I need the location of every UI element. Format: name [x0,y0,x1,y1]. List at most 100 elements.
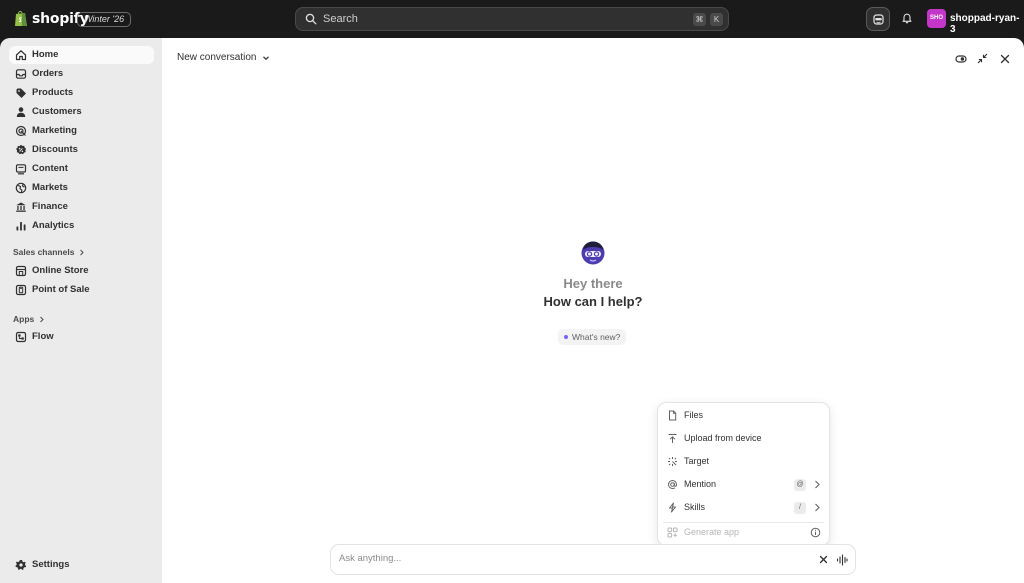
close-button[interactable] [998,52,1011,65]
ask-bar [330,544,856,575]
target-select-icon [668,457,677,466]
menu-item-label: Target [684,456,710,466]
toggle-view-button[interactable] [954,52,967,65]
bar-chart-icon [16,222,26,231]
sidebar-item-orders[interactable]: Orders [9,65,154,83]
sidebar-item-markets[interactable]: Markets [9,179,154,197]
sidebar-item-label: Products [32,87,74,98]
sidebar-item-online-store[interactable]: Online Store [9,262,154,280]
mention-shortcut-key: @ [794,479,806,491]
sidebar-item-analytics[interactable]: Analytics [9,217,154,235]
sidebar-item-label: Flow [32,331,54,342]
sidebar: Home Orders Products Customers Marketing… [0,38,162,583]
menu-item-mention[interactable]: Mention @ [658,475,829,495]
sidebar-item-marketing[interactable]: Marketing [9,122,154,140]
menu-item-label: Upload from device [684,433,762,443]
minimize-button[interactable] [976,52,989,65]
inbox-icon [15,69,27,79]
sidekick-avatar-icon [581,241,605,265]
person-icon [16,107,26,117]
sidebar-item-label: Analytics [32,220,75,231]
sidebar-item-customers[interactable]: Customers [9,103,154,121]
target-icon [15,125,27,137]
file-icon [669,410,677,421]
sidebar-item-label: Online Store [32,265,89,276]
chevron-right-icon [815,503,820,512]
sidebar-item-finance[interactable]: Finance [9,198,154,216]
section-label: Sales channels [13,247,75,257]
search-input[interactable] [323,13,683,25]
home-icon [15,50,27,61]
info-icon[interactable] [810,527,821,538]
gear-icon [15,559,27,570]
sales-channels-header[interactable]: Sales channels [13,247,85,257]
sidekick-icon [872,13,884,25]
sidebar-item-label: Home [32,49,59,60]
store-name[interactable]: shoppad-ryan-3 [950,13,1024,35]
sidebar-item-products[interactable]: Products [9,84,154,102]
apps-icon [667,527,678,538]
sidebar-item-point-of-sale[interactable]: Point of Sale [9,281,154,299]
ask-input[interactable] [339,553,799,564]
shopify-bag-icon [15,10,27,26]
chevron-right-icon [815,480,820,489]
chevron-down-icon [263,55,270,60]
menu-item-upload[interactable]: Upload from device [658,429,829,449]
discount-icon [16,144,27,155]
bank-icon [16,202,26,212]
sidebar-item-label: Finance [32,201,68,212]
eye-toggle-icon [954,54,967,63]
menu-item-files[interactable]: Files [658,406,829,426]
sidebar-item-label: Customers [32,106,82,117]
store-icon [15,265,27,277]
at-icon [667,479,678,490]
attachment-menu: Files Upload from device Target Mention … [657,402,830,546]
chevron-right-icon [40,316,44,322]
menu-item-label: Generate app [684,527,740,537]
shortcut-key-cmd: ⌘ [693,13,706,26]
tag-icon [16,88,26,98]
sidebar-item-discounts[interactable]: Discounts [9,141,154,159]
conversation-title: New conversation [177,52,257,63]
section-label: Apps [13,314,35,324]
notifications-button[interactable] [898,9,916,27]
sidekick-button[interactable] [866,7,890,31]
store-avatar[interactable]: SHO [927,9,946,28]
menu-item-target[interactable]: Target [658,452,829,472]
sidebar-item-settings[interactable]: Settings [9,556,154,574]
sidebar-item-label: Orders [32,68,64,79]
menu-item-generate-app[interactable]: Generate app [658,523,829,543]
sidebar-item-content[interactable]: Content [9,160,154,178]
sidebar-item-home[interactable]: Home [9,46,154,64]
menu-item-label: Mention [684,479,717,489]
new-dot-indicator [564,335,568,339]
sidebar-item-label: Settings [32,559,70,570]
prompt-heading: How can I help? [543,294,643,309]
conversation-selector[interactable]: New conversation [177,52,270,63]
menu-item-skills[interactable]: Skills / [658,498,829,518]
top-bar: shopify Winter '26 ⌘ K SHO shoppad-ryan-… [0,0,1024,38]
close-icon[interactable] [818,554,829,565]
sidebar-item-label: Marketing [32,125,77,136]
apps-header[interactable]: Apps [13,314,45,324]
content-icon [15,164,27,175]
pos-icon [15,284,27,296]
menu-item-label: Files [684,410,704,420]
chevron-right-icon [80,249,85,255]
search-icon [305,13,317,25]
bell-icon [902,13,912,24]
globe-icon [15,182,27,194]
sidebar-item-label: Discounts [32,144,78,155]
flow-icon [15,331,27,343]
sidebar-item-label: Point of Sale [32,284,90,295]
voice-wave-icon[interactable] [836,554,848,566]
sidebar-item-label: Markets [32,182,68,193]
whats-new-button[interactable]: What's new? [558,329,627,345]
close-icon [1000,54,1009,63]
sidebar-item-label: Content [32,163,68,174]
edition-badge[interactable]: Winter '26 [77,12,132,27]
collapse-icon [977,53,988,64]
search-bar[interactable]: ⌘ K [295,7,729,31]
upload-icon [668,434,677,443]
sidebar-item-flow[interactable]: Flow [9,328,154,346]
